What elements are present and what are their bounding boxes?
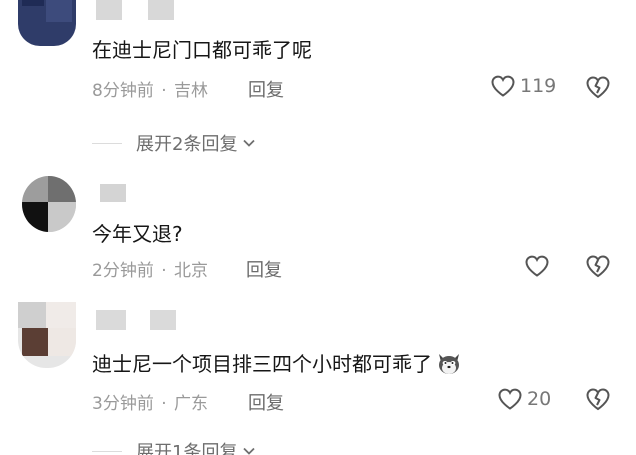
like-button[interactable]: 119 [490,74,556,98]
like-count: 119 [520,75,557,97]
username-blurred[interactable] [100,182,128,202]
expand-replies-label: 展开1条回复 [136,442,238,455]
like-button[interactable]: 20 [497,387,551,411]
comment-time: 2分钟前 [92,261,154,281]
like-count: 20 [527,388,552,410]
dislike-button[interactable] [585,74,611,104]
expand-replies[interactable]: 展开2条回复 [92,130,257,156]
avatar[interactable] [18,0,76,46]
comment-location: 广东 [174,394,209,414]
avatar[interactable] [22,176,76,232]
divider-line [92,142,122,144]
username-blurred[interactable] [96,306,178,330]
reply-button[interactable]: 回复 [248,389,284,415]
reply-button[interactable]: 回复 [246,256,282,282]
meta-separator: · [161,261,167,281]
meta-separator: · [161,81,167,101]
comment-text: 在迪士尼门口都可乖了呢 [92,38,312,62]
like-button[interactable] [524,254,554,278]
heart-icon [491,75,515,97]
expand-replies-label: 展开2条回复 [136,134,238,155]
heart-icon [498,388,522,410]
avatar[interactable] [18,302,76,368]
comment-time: 8分钟前 [92,81,154,101]
meta-separator: · [161,394,167,414]
username-blurred[interactable] [96,0,178,20]
chevron-down-icon [243,447,256,455]
comment-location: 吉林 [174,81,209,101]
broken-heart-icon [586,255,610,278]
comment-meta: 3分钟前 · 广东 [92,389,208,414]
expand-replies[interactable]: 展开1条回复 [92,438,257,455]
comment-time: 3分钟前 [92,394,154,414]
comment-meta: 8分钟前 · 吉林 [92,76,208,101]
comment-text: 今年又退? [92,222,183,246]
divider-line [92,450,122,452]
husky-emoji-icon [439,354,459,374]
reply-button[interactable]: 回复 [248,76,284,102]
dislike-button[interactable] [585,253,611,283]
broken-heart-icon [586,76,610,99]
comment-text: 迪士尼一个项目排三四个小时都可乖了 [92,348,462,377]
comment-location: 北京 [174,261,209,281]
dislike-button[interactable] [585,386,611,416]
heart-icon [525,255,549,277]
broken-heart-icon [586,388,610,411]
comment-text-body: 迪士尼一个项目排三四个小时都可乖了 [92,352,432,376]
comment-meta: 2分钟前 · 北京 [92,256,208,281]
chevron-down-icon [243,139,256,147]
